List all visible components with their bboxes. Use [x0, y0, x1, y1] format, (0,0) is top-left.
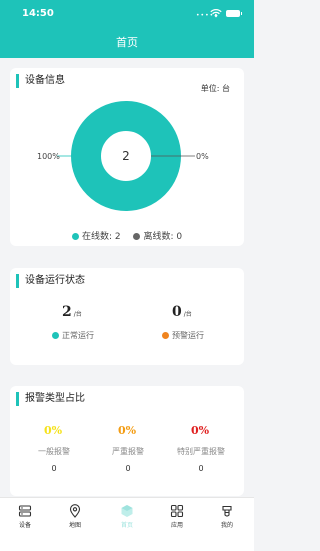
run-status-card: 设备运行状态 2/台 正常运行 0/台 预警运行 [10, 268, 244, 365]
normal-count-value: 2 [62, 304, 72, 320]
alarm-critical-count: 0 [198, 464, 204, 473]
alarm-severe-label: 严重报警 [112, 447, 144, 456]
legend-online: 在线数: 2 [71, 232, 121, 242]
tab-map-label: 地图 [68, 522, 81, 529]
warning-count-value: 0 [172, 304, 182, 320]
legend-offline-dot [133, 233, 141, 240]
tab-home-label: 首页 [120, 522, 133, 529]
map-pin-icon [69, 504, 81, 518]
alarm-normal-percent: 0% [44, 424, 63, 437]
warning-status: 预警运行 [162, 330, 204, 341]
warning-count-unit: /台 [183, 311, 192, 318]
tab-device[interactable]: 设备 [5, 504, 45, 529]
device-info-card: 设备信息 单位: 台 100% 0% 2 在线数: 2 离线数: 0 [10, 68, 244, 246]
legend-offline: 离线数: 0 [133, 232, 182, 242]
legend-online-dot [71, 233, 79, 240]
tab-device-label: 设备 [18, 522, 31, 529]
normal-status: 正常运行 [52, 330, 94, 341]
legend-offline-label: 离线数: 0 [143, 232, 183, 242]
tab-bar: 设备 地图 首页 应用 我的 [0, 497, 254, 551]
offline-percent-label: 0% [196, 152, 209, 161]
tab-profile[interactable]: 我的 [207, 504, 247, 529]
alarm-normal-count: 0 [51, 464, 57, 473]
normal-label: 正常运行 [62, 331, 94, 340]
wifi-icon [210, 8, 222, 18]
status-time: 14:50 [22, 8, 54, 19]
tab-map[interactable]: 地图 [55, 504, 95, 529]
alarm-type-title: 报警类型占比 [16, 392, 85, 406]
battery-icon [226, 10, 242, 17]
tab-apps[interactable]: 应用 [157, 504, 197, 529]
normal-count-unit: /台 [73, 311, 82, 318]
alarm-type-card: 报警类型占比 0% 0% 0% 一般报警 严重报警 特别严重报警 0 0 0 [10, 386, 244, 496]
normal-dot [52, 332, 59, 339]
alarm-critical-label: 特别严重报警 [177, 447, 225, 456]
apps-grid-icon [170, 504, 184, 518]
alarm-critical-percent: 0% [191, 424, 210, 437]
legend-online-label: 在线数: 2 [81, 232, 121, 242]
alarm-severe-count: 0 [125, 464, 131, 473]
normal-count: 2/台 [62, 304, 82, 320]
device-icon [18, 505, 32, 517]
header: 14:50 ••••• 首页 [0, 0, 254, 58]
page-title: 首页 [116, 36, 138, 49]
status-bar: 14:50 ••••• [0, 0, 254, 28]
donut-center-value: 2 [122, 149, 130, 163]
tab-profile-label: 我的 [220, 522, 233, 529]
run-status-title: 设备运行状态 [16, 274, 85, 288]
tab-apps-label: 应用 [170, 522, 183, 529]
donut-legend: 在线数: 2 离线数: 0 [10, 229, 244, 242]
profile-icon [222, 505, 232, 517]
warning-dot [162, 332, 169, 339]
online-percent-label: 100% [37, 152, 60, 161]
warning-count: 0/台 [172, 304, 192, 320]
warning-label: 预警运行 [172, 331, 204, 340]
home-icon [121, 505, 133, 517]
alarm-normal-label: 一般报警 [38, 447, 70, 456]
alarm-severe-percent: 0% [118, 424, 137, 437]
tab-home[interactable]: 首页 [107, 504, 147, 529]
